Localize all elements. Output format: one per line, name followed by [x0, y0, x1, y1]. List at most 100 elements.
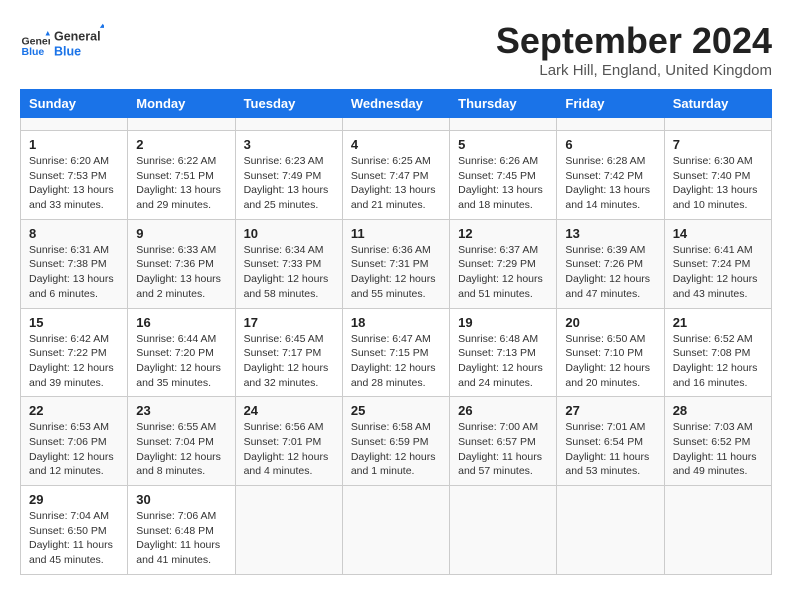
calendar-cell: 6 Sunrise: 6:28 AMSunset: 7:42 PMDaylight… [557, 131, 664, 220]
header-friday: Friday [557, 90, 664, 118]
header-thursday: Thursday [450, 90, 557, 118]
day-number: 6 [565, 137, 655, 152]
header-monday: Monday [128, 90, 235, 118]
calendar-cell [557, 486, 664, 575]
calendar-cell: 27 Sunrise: 7:01 AMSunset: 6:54 PMDayligh… [557, 397, 664, 486]
day-number: 21 [673, 315, 763, 330]
calendar-week-row: 29 Sunrise: 7:04 AMSunset: 6:50 PMDayligh… [21, 486, 772, 575]
calendar-cell: 15Sunrise: 6:42 AMSunset: 7:22 PMDayligh… [21, 308, 128, 397]
day-info: Sunrise: 6:37 AMSunset: 7:29 PMDaylight:… [458, 243, 548, 302]
logo-icon: General Blue [20, 28, 50, 58]
calendar-cell: 29 Sunrise: 7:04 AMSunset: 6:50 PMDayligh… [21, 486, 128, 575]
day-number: 13 [565, 226, 655, 241]
calendar-cell [557, 118, 664, 131]
header-sunday: Sunday [21, 90, 128, 118]
day-number: 29 [29, 492, 119, 507]
location-title: Lark Hill, England, United Kingdom [496, 62, 772, 79]
day-number: 19 [458, 315, 548, 330]
header: General Blue General Blue September 2024… [20, 20, 772, 79]
day-info: Sunrise: 6:41 AMSunset: 7:24 PMDaylight:… [673, 243, 763, 302]
day-number: 27 [565, 403, 655, 418]
calendar-cell: 26 Sunrise: 7:00 AMSunset: 6:57 PMDayligh… [450, 397, 557, 486]
calendar-cell: 24 Sunrise: 6:56 AMSunset: 7:01 PMDayligh… [235, 397, 342, 486]
day-info: Sunrise: 6:56 AMSunset: 7:01 PMDaylight:… [244, 420, 334, 479]
calendar-cell [450, 486, 557, 575]
svg-text:Blue: Blue [22, 46, 45, 58]
day-info: Sunrise: 6:30 AMSunset: 7:40 PMDaylight:… [673, 154, 763, 213]
calendar-week-row: 8 Sunrise: 6:31 AMSunset: 7:38 PMDaylight… [21, 219, 772, 308]
day-number: 3 [244, 137, 334, 152]
day-number: 26 [458, 403, 548, 418]
day-info: Sunrise: 6:36 AMSunset: 7:31 PMDaylight:… [351, 243, 441, 302]
day-info: Sunrise: 6:53 AMSunset: 7:06 PMDaylight:… [29, 420, 119, 479]
day-number: 22 [29, 403, 119, 418]
day-info: Sunrise: 6:28 AMSunset: 7:42 PMDaylight:… [565, 154, 655, 213]
day-info: Sunrise: 6:23 AMSunset: 7:49 PMDaylight:… [244, 154, 334, 213]
calendar-table: Sunday Monday Tuesday Wednesday Thursday… [20, 89, 772, 575]
day-number: 18 [351, 315, 441, 330]
calendar-cell: 18Sunrise: 6:47 AMSunset: 7:15 PMDayligh… [342, 308, 449, 397]
calendar-cell: 2Sunrise: 6:22 AMSunset: 7:51 PMDaylight… [128, 131, 235, 220]
day-info: Sunrise: 6:58 AMSunset: 6:59 PMDaylight:… [351, 420, 441, 479]
day-number: 7 [673, 137, 763, 152]
header-wednesday: Wednesday [342, 90, 449, 118]
day-info: Sunrise: 6:55 AMSunset: 7:04 PMDaylight:… [136, 420, 226, 479]
weekday-header-row: Sunday Monday Tuesday Wednesday Thursday… [21, 90, 772, 118]
calendar-cell: 12 Sunrise: 6:37 AMSunset: 7:29 PMDayligh… [450, 219, 557, 308]
day-number: 15 [29, 315, 119, 330]
svg-text:General: General [54, 29, 101, 43]
calendar-cell [664, 118, 771, 131]
day-number: 16 [136, 315, 226, 330]
calendar-cell: 9 Sunrise: 6:33 AMSunset: 7:36 PMDaylight… [128, 219, 235, 308]
day-info: Sunrise: 7:01 AMSunset: 6:54 PMDaylight:… [565, 420, 655, 479]
day-number: 30 [136, 492, 226, 507]
logo: General Blue General Blue [20, 20, 104, 65]
logo-svg: General Blue [54, 20, 104, 65]
calendar-cell: 23Sunrise: 6:55 AMSunset: 7:04 PMDayligh… [128, 397, 235, 486]
month-title: September 2024 [496, 20, 772, 62]
day-info: Sunrise: 6:52 AMSunset: 7:08 PMDaylight:… [673, 332, 763, 391]
calendar-cell: 17Sunrise: 6:45 AMSunset: 7:17 PMDayligh… [235, 308, 342, 397]
day-info: Sunrise: 7:03 AMSunset: 6:52 PMDaylight:… [673, 420, 763, 479]
calendar-week-row: 1Sunrise: 6:20 AMSunset: 7:53 PMDaylight… [21, 131, 772, 220]
day-number: 17 [244, 315, 334, 330]
calendar-cell: 22 Sunrise: 6:53 AMSunset: 7:06 PMDayligh… [21, 397, 128, 486]
calendar-cell: 7 Sunrise: 6:30 AMSunset: 7:40 PMDaylight… [664, 131, 771, 220]
calendar-cell: 19 Sunrise: 6:48 AMSunset: 7:13 PMDayligh… [450, 308, 557, 397]
day-number: 25 [351, 403, 441, 418]
day-info: Sunrise: 6:26 AMSunset: 7:45 PMDaylight:… [458, 154, 548, 213]
calendar-cell: 28Sunrise: 7:03 AMSunset: 6:52 PMDayligh… [664, 397, 771, 486]
calendar-week-row: 15Sunrise: 6:42 AMSunset: 7:22 PMDayligh… [21, 308, 772, 397]
day-info: Sunrise: 6:50 AMSunset: 7:10 PMDaylight:… [565, 332, 655, 391]
day-number: 11 [351, 226, 441, 241]
header-tuesday: Tuesday [235, 90, 342, 118]
day-info: Sunrise: 7:00 AMSunset: 6:57 PMDaylight:… [458, 420, 548, 479]
svg-text:Blue: Blue [54, 44, 81, 58]
day-info: Sunrise: 6:34 AMSunset: 7:33 PMDaylight:… [244, 243, 334, 302]
calendar-cell [664, 486, 771, 575]
calendar-cell: 25 Sunrise: 6:58 AMSunset: 6:59 PMDayligh… [342, 397, 449, 486]
day-number: 2 [136, 137, 226, 152]
calendar-cell: 14 Sunrise: 6:41 AMSunset: 7:24 PMDayligh… [664, 219, 771, 308]
day-info: Sunrise: 6:31 AMSunset: 7:38 PMDaylight:… [29, 243, 119, 302]
day-number: 24 [244, 403, 334, 418]
day-info: Sunrise: 6:33 AMSunset: 7:36 PMDaylight:… [136, 243, 226, 302]
calendar-cell: 16Sunrise: 6:44 AMSunset: 7:20 PMDayligh… [128, 308, 235, 397]
calendar-cell [450, 118, 557, 131]
day-info: Sunrise: 6:48 AMSunset: 7:13 PMDaylight:… [458, 332, 548, 391]
calendar-cell: 11 Sunrise: 6:36 AMSunset: 7:31 PMDayligh… [342, 219, 449, 308]
day-number: 4 [351, 137, 441, 152]
day-info: Sunrise: 7:04 AMSunset: 6:50 PMDaylight:… [29, 509, 119, 568]
day-number: 9 [136, 226, 226, 241]
calendar-cell [342, 118, 449, 131]
day-number: 8 [29, 226, 119, 241]
day-number: 12 [458, 226, 548, 241]
calendar-week-row: 22 Sunrise: 6:53 AMSunset: 7:06 PMDayligh… [21, 397, 772, 486]
day-info: Sunrise: 7:06 AMSunset: 6:48 PMDaylight:… [136, 509, 226, 568]
calendar-cell [235, 118, 342, 131]
day-number: 14 [673, 226, 763, 241]
calendar-cell [235, 486, 342, 575]
calendar-cell: 8 Sunrise: 6:31 AMSunset: 7:38 PMDaylight… [21, 219, 128, 308]
day-info: Sunrise: 6:20 AMSunset: 7:53 PMDaylight:… [29, 154, 119, 213]
calendar-week-row [21, 118, 772, 131]
